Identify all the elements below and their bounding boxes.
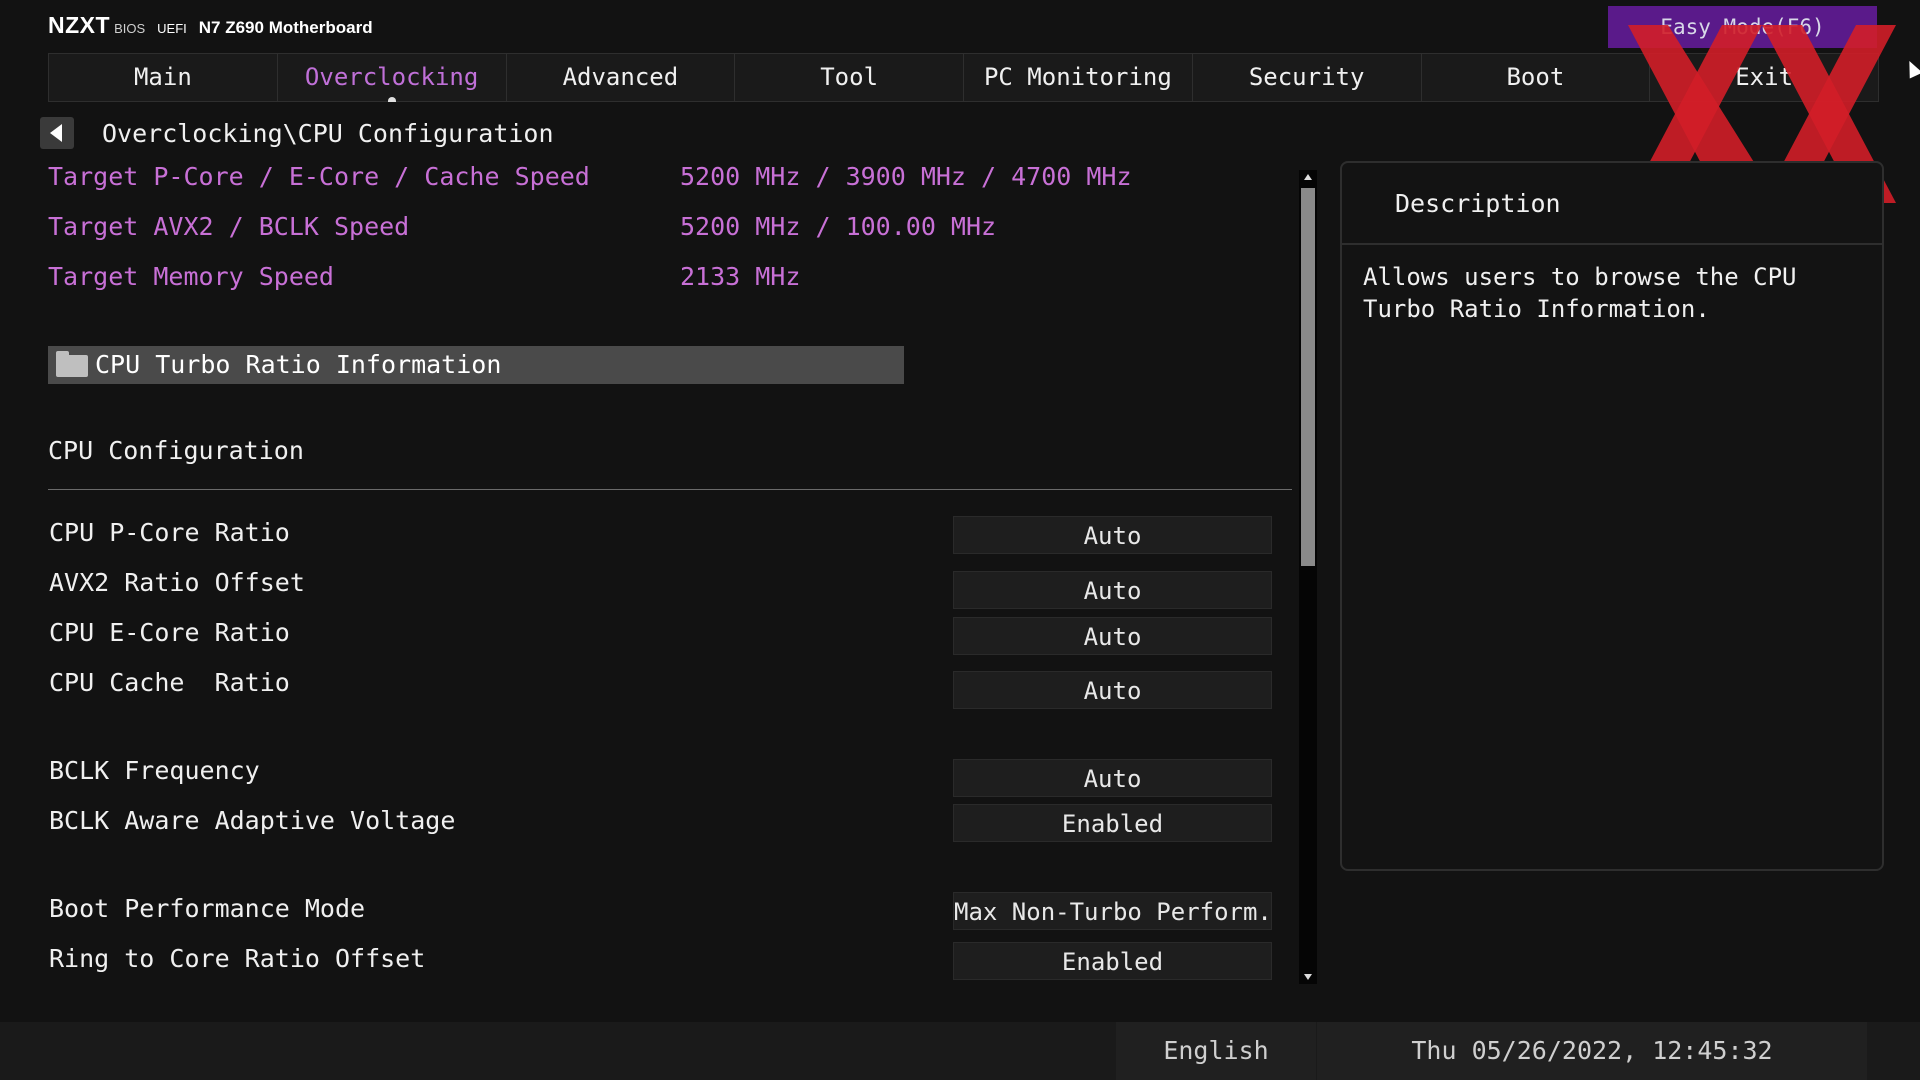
brand: NZXT BIOS UEFI N7 Z690 Motherboard xyxy=(48,12,373,39)
footer-bar: English Thu 05/26/2022, 12:45:32 xyxy=(0,1022,1920,1080)
settings-scrollbar[interactable] xyxy=(1299,170,1317,984)
language-selector[interactable]: English xyxy=(1116,1022,1316,1080)
tab-main[interactable]: Main xyxy=(48,53,277,102)
setting-value-dropdown[interactable]: Auto xyxy=(953,671,1272,709)
setting-value-dropdown[interactable]: Auto xyxy=(953,617,1272,655)
info-value: 5200 MHz / 100.00 MHz xyxy=(680,212,997,241)
description-header: Description xyxy=(1342,163,1882,245)
breadcrumb: Overclocking\CPU Configuration xyxy=(40,116,554,150)
info-value: 5200 MHz / 3900 MHz / 4700 MHz xyxy=(680,162,1132,191)
folder-icon xyxy=(56,351,88,377)
tab-overclocking[interactable]: Overclocking xyxy=(276,53,506,102)
setting-label: CPU E-Core Ratio xyxy=(49,618,290,647)
info-label: Target P-Core / E-Core / Cache Speed xyxy=(48,162,590,191)
tab-security[interactable]: Security xyxy=(1191,53,1421,102)
section-divider xyxy=(48,489,1292,490)
brand-uefi: UEFI xyxy=(157,21,187,36)
info-row: Target AVX2 / BCLK Speed 5200 MHz / 100.… xyxy=(48,212,996,241)
setting-value-dropdown[interactable]: Auto xyxy=(953,571,1272,609)
scroll-thumb[interactable] xyxy=(1301,188,1315,566)
scroll-up-arrow-icon[interactable] xyxy=(1304,174,1312,180)
setting-label: BCLK Aware Adaptive Voltage xyxy=(49,806,456,835)
setting-label: CPU P-Core Ratio xyxy=(49,518,290,547)
mouse-cursor-icon xyxy=(1903,58,1920,79)
tab-advanced[interactable]: Advanced xyxy=(505,53,735,102)
submenu-label: CPU Turbo Ratio Information xyxy=(95,350,502,379)
breadcrumb-path: Overclocking\CPU Configuration xyxy=(102,118,554,148)
setting-value-dropdown[interactable]: Max Non-Turbo Perform... xyxy=(953,892,1272,930)
info-row: Target Memory Speed 2133 MHz xyxy=(48,262,800,291)
setting-label: Ring to Core Ratio Offset xyxy=(49,944,426,973)
info-label: Target Memory Speed xyxy=(48,262,334,291)
brand-bios: BIOS xyxy=(114,21,146,36)
motherboard-model: N7 Z690 Motherboard xyxy=(198,18,373,37)
setting-label: Boot Performance Mode xyxy=(49,894,366,923)
info-row: Target P-Core / E-Core / Cache Speed 520… xyxy=(48,162,1132,191)
tab-overclocking-label: Overclocking xyxy=(304,63,479,91)
brand-logo: NZXT xyxy=(48,12,111,38)
tab-boot[interactable]: Boot xyxy=(1420,53,1650,102)
description-title: Description xyxy=(1395,189,1561,218)
datetime-display[interactable]: Thu 05/26/2022, 12:45:32 xyxy=(1317,1022,1867,1080)
info-label: Target AVX2 / BCLK Speed xyxy=(48,212,410,241)
setting-label: CPU Cache Ratio xyxy=(49,668,290,697)
info-value: 2133 MHz xyxy=(680,262,801,291)
description-text: Allows users to browse the CPU Turbo Rat… xyxy=(1363,263,1797,323)
setting-label: AVX2 Ratio Offset xyxy=(49,568,305,597)
setting-value-dropdown[interactable]: Enabled xyxy=(953,942,1272,980)
active-tab-indicator xyxy=(387,97,396,102)
setting-value-field[interactable]: Auto xyxy=(953,759,1272,797)
tab-tool[interactable]: Tool xyxy=(734,53,963,102)
description-panel: Description Allows users to browse the C… xyxy=(1340,161,1884,871)
setting-value-dropdown[interactable]: Enabled xyxy=(953,804,1272,842)
setting-label: BCLK Frequency xyxy=(49,756,260,785)
setting-value-dropdown[interactable]: Auto xyxy=(953,516,1272,554)
tab-pc-monitoring[interactable]: PC Monitoring xyxy=(963,53,1192,102)
main-tabs: Main Overclocking Advanced Tool PC Monit… xyxy=(48,53,1879,102)
scroll-down-arrow-icon[interactable] xyxy=(1304,974,1312,980)
cpu-turbo-ratio-submenu[interactable]: CPU Turbo Ratio Information xyxy=(48,346,904,384)
section-title: CPU Configuration xyxy=(48,436,304,465)
back-arrow-icon[interactable] xyxy=(40,117,74,149)
